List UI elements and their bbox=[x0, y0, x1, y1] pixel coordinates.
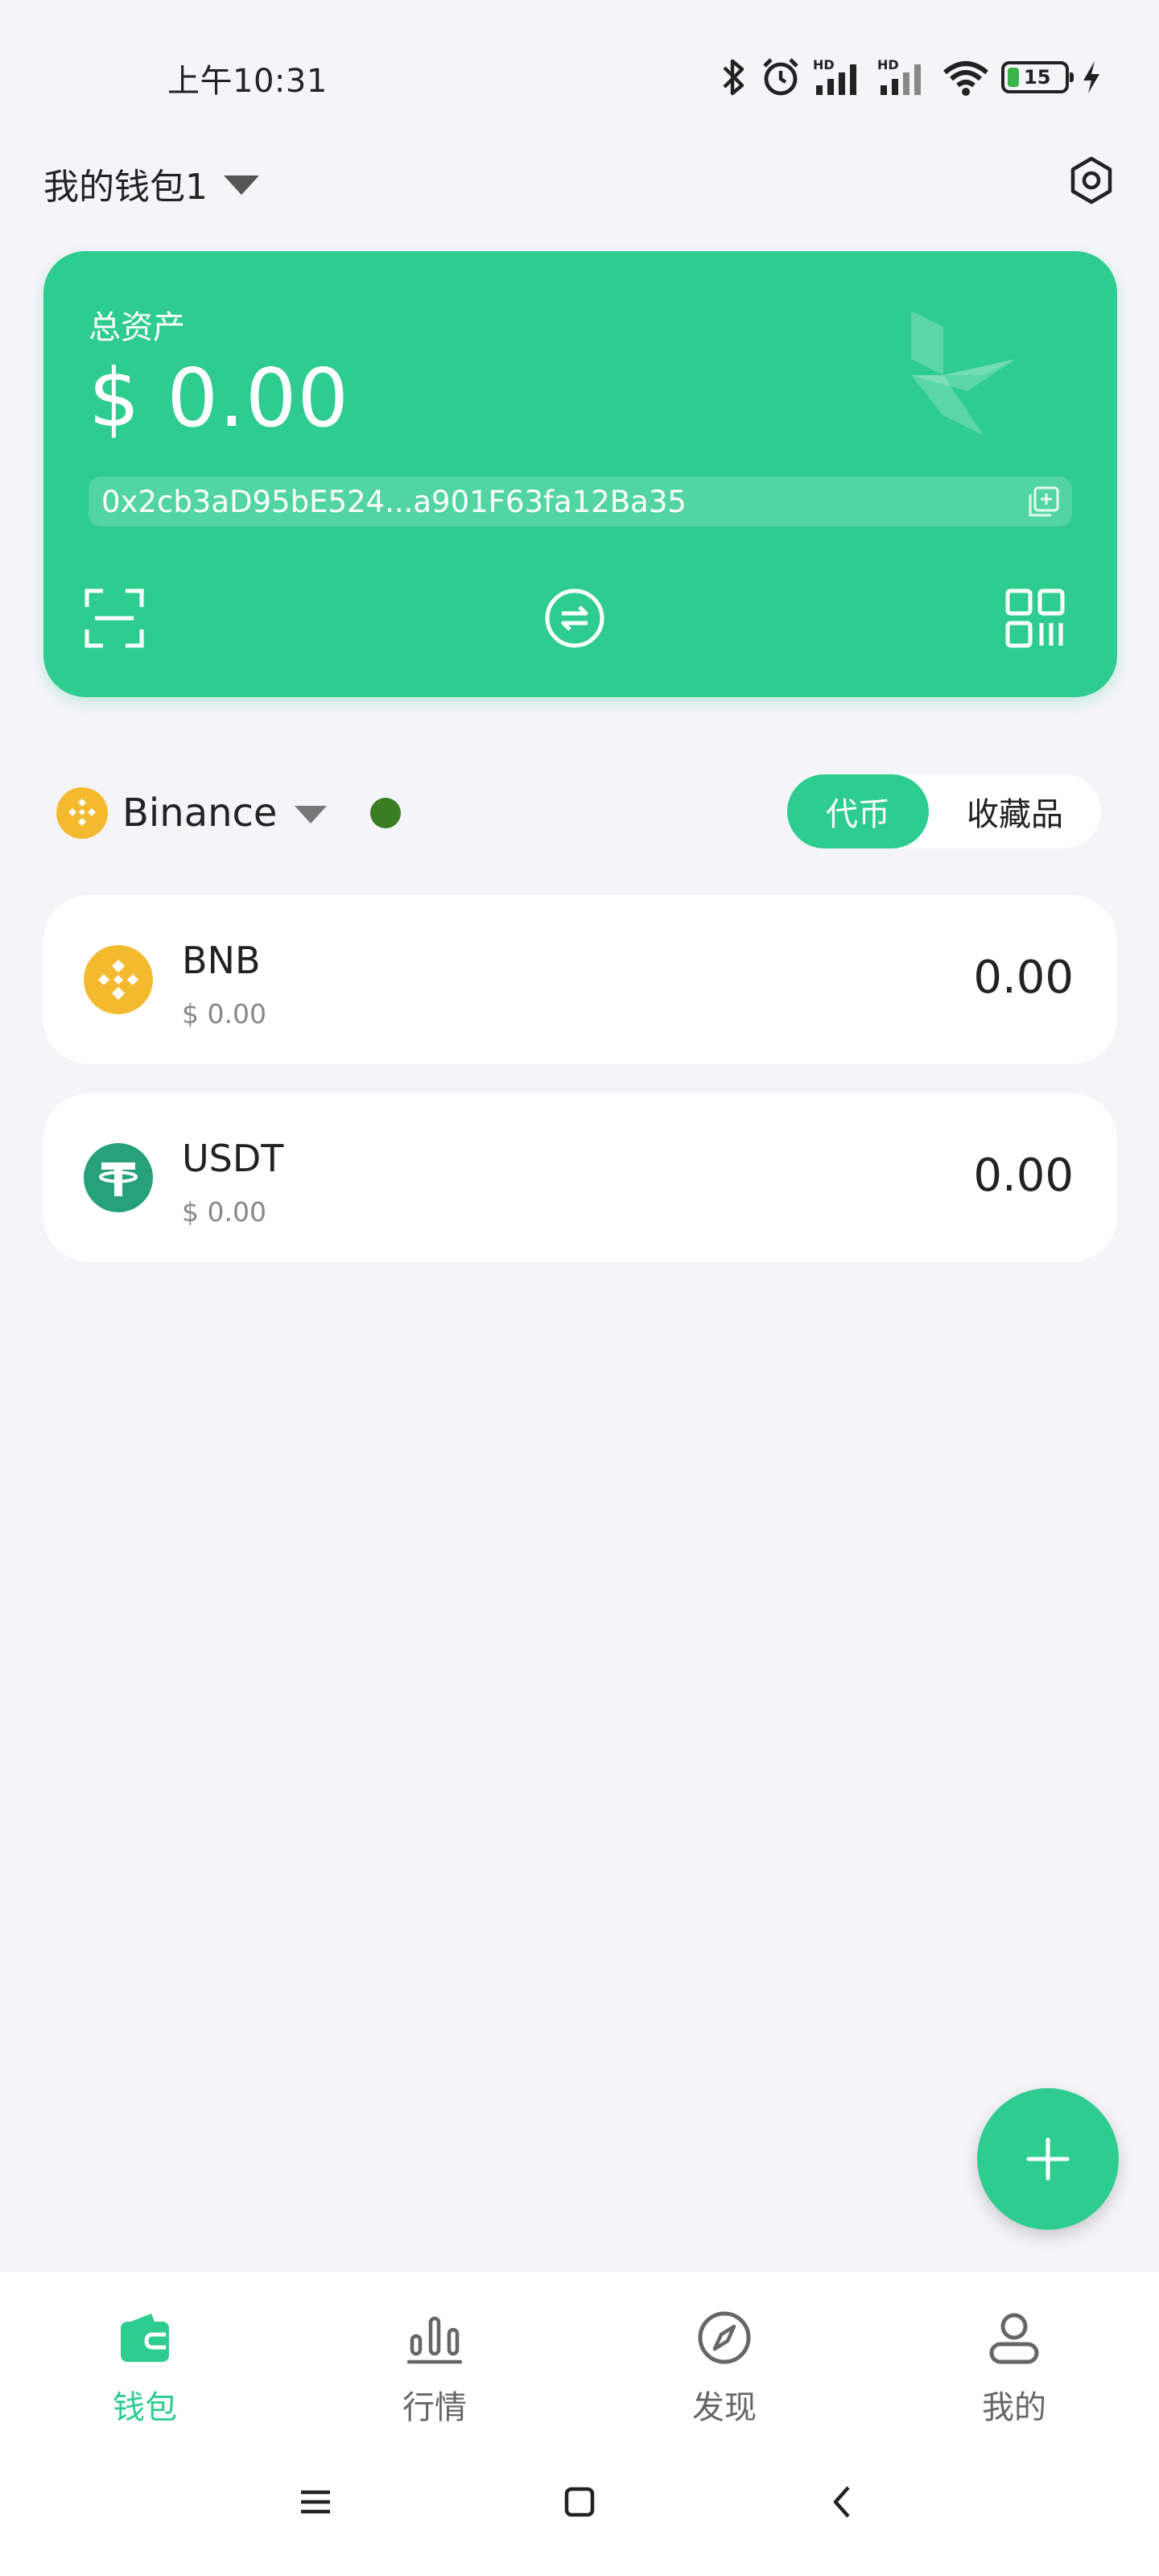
plus-icon bbox=[1026, 2137, 1070, 2181]
scan-icon[interactable] bbox=[84, 588, 145, 649]
add-token-button[interactable] bbox=[977, 2088, 1119, 2230]
bottom-nav: 钱包 行情 发现 我的 bbox=[0, 2272, 1159, 2576]
token-balance: 0.00 bbox=[973, 952, 1074, 1004]
home-icon[interactable] bbox=[555, 2478, 604, 2526]
chevron-down-icon bbox=[224, 175, 259, 195]
tether-icon bbox=[84, 1143, 153, 1212]
transfer-icon[interactable] bbox=[544, 588, 605, 649]
tab-tokens[interactable]: 代币 bbox=[787, 774, 929, 848]
token-fiat-value: $ 0.00 bbox=[182, 1196, 266, 1228]
asset-tab-switch: 代币 收藏品 bbox=[787, 774, 1101, 848]
chevron-down-icon bbox=[295, 806, 328, 824]
network-name: Binance bbox=[122, 791, 278, 836]
svg-text:HD: HD bbox=[813, 57, 835, 72]
charging-icon bbox=[1083, 61, 1099, 93]
signal-hd-1-icon: HD bbox=[813, 57, 856, 95]
nav-label-discover: 发现 bbox=[692, 2389, 757, 2426]
menu-icon[interactable] bbox=[291, 2478, 340, 2526]
bnb-icon bbox=[84, 945, 153, 1014]
token-symbol: BNB bbox=[182, 939, 261, 982]
token-symbol: USDT bbox=[182, 1137, 284, 1180]
nav-wallet[interactable]: 钱包 bbox=[0, 2272, 290, 2457]
market-chart-icon bbox=[406, 2316, 463, 2364]
copy-icon[interactable] bbox=[1025, 485, 1061, 520]
signal-hd-2-icon: HD bbox=[877, 57, 921, 95]
nav-discover[interactable]: 发现 bbox=[580, 2272, 869, 2457]
total-assets-label: 总资产 bbox=[89, 309, 185, 346]
token-balance: 0.00 bbox=[973, 1150, 1074, 1202]
wifi-icon bbox=[943, 61, 988, 96]
battery-level: 15 bbox=[1024, 66, 1051, 89]
wallet-icon bbox=[121, 2314, 169, 2362]
status-time: 上午10:31 bbox=[167, 63, 328, 100]
asset-card: 总资产 $ 0.00 0x2cb3aD95bE524...a901F63fa12… bbox=[43, 251, 1117, 697]
total-assets-amount: $ 0.00 bbox=[89, 351, 350, 445]
binance-chain-icon bbox=[56, 787, 108, 839]
tab-collectibles[interactable]: 收藏品 bbox=[929, 774, 1101, 848]
settings-icon[interactable] bbox=[1066, 155, 1117, 206]
nav-market[interactable]: 行情 bbox=[290, 2272, 580, 2457]
network-status-dot bbox=[370, 798, 402, 828]
alarm-icon bbox=[763, 58, 798, 96]
status-icons: HD HD 15 bbox=[720, 53, 1103, 101]
battery-icon: 15 bbox=[1001, 61, 1074, 93]
network-selector[interactable]: Binance bbox=[56, 781, 402, 845]
nav-label-wallet: 钱包 bbox=[113, 2389, 177, 2426]
token-row-bnb[interactable]: BNB $ 0.00 0.00 bbox=[43, 895, 1117, 1064]
brand-logo-icon bbox=[911, 311, 1016, 436]
wallet-name: 我的钱包1 bbox=[43, 167, 208, 208]
status-bar: 上午10:31 HD HD 15 bbox=[0, 0, 1159, 161]
back-icon[interactable] bbox=[819, 2478, 868, 2526]
profile-icon bbox=[989, 2313, 1039, 2364]
bluetooth-icon bbox=[723, 59, 744, 96]
token-row-usdt[interactable]: USDT $ 0.00 0.00 bbox=[43, 1093, 1117, 1262]
svg-text:HD: HD bbox=[877, 57, 899, 72]
nav-profile[interactable]: 我的 bbox=[869, 2272, 1159, 2457]
qr-code-icon[interactable] bbox=[1004, 588, 1066, 649]
wallet-address: 0x2cb3aD95bE524...a901F63fa12Ba35 bbox=[101, 485, 687, 519]
nav-label-market: 行情 bbox=[402, 2389, 467, 2426]
address-bar[interactable]: 0x2cb3aD95bE524...a901F63fa12Ba35 bbox=[89, 477, 1072, 526]
token-fiat-value: $ 0.00 bbox=[182, 998, 266, 1030]
nav-label-profile: 我的 bbox=[982, 2389, 1046, 2426]
wallet-selector[interactable]: 我的钱包1 bbox=[43, 158, 259, 209]
compass-icon bbox=[698, 2311, 751, 2364]
